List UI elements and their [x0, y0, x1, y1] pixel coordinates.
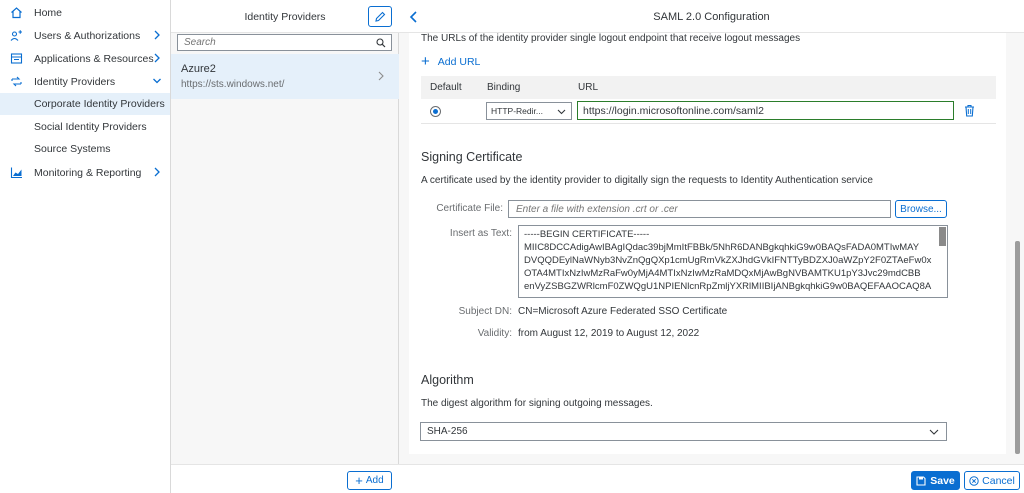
- textarea-scrollbar[interactable]: [939, 227, 946, 246]
- list-item-subtitle: https://sts.windows.net/: [181, 79, 285, 90]
- subject-dn-value: CN=Microsoft Azure Federated SSO Certifi…: [518, 306, 728, 317]
- nav-subitem-source-systems[interactable]: Source Systems: [0, 138, 170, 160]
- nav-sublabel: Corporate Identity Providers: [34, 98, 165, 110]
- close-circle-icon: [969, 475, 979, 486]
- chevron-right-icon: [378, 71, 384, 81]
- nav-subitem-social-identity-providers[interactable]: Social Identity Providers: [0, 116, 170, 138]
- master-header: Identity Providers: [171, 0, 399, 33]
- nav-item-home[interactable]: Home: [0, 1, 170, 24]
- logout-description: The URLs of the identity provider single…: [421, 33, 801, 44]
- edit-button[interactable]: [368, 6, 392, 27]
- cancel-button[interactable]: Cancel: [964, 471, 1020, 490]
- chevron-down-icon: [557, 109, 566, 115]
- users-icon: [10, 30, 22, 41]
- chevron-right-icon: [154, 167, 160, 177]
- add-url-button[interactable]: + Add URL: [421, 53, 481, 70]
- search-input[interactable]: [184, 36, 364, 49]
- master-footer: + Add: [171, 464, 399, 493]
- signing-certificate-description: A certificate used by the identity provi…: [421, 175, 873, 186]
- save-button[interactable]: Save: [911, 471, 960, 490]
- nav-label-home: Home: [34, 6, 63, 19]
- column-header-default: Default: [430, 82, 462, 93]
- nav-sublabel: Social Identity Providers: [34, 121, 147, 133]
- default-radio[interactable]: [430, 106, 441, 117]
- nav-item-users[interactable]: Users & Authorizations: [0, 24, 170, 47]
- certificate-line: MIIC8DCCAdigAwIBAgIQdac39bjMmItFBBk/5NhR…: [524, 242, 920, 253]
- trash-icon[interactable]: [964, 104, 975, 117]
- algorithm-select[interactable]: SHA-256: [420, 422, 947, 441]
- url-input[interactable]: [583, 104, 943, 118]
- applications-icon: [10, 53, 23, 64]
- certificate-line: -----BEGIN CERTIFICATE-----: [524, 229, 650, 240]
- list-item-title: Azure2: [181, 63, 216, 75]
- side-navigation: Home Users & Authorizations Applications…: [0, 0, 171, 493]
- chart-icon: [10, 167, 22, 179]
- add-button[interactable]: + Add: [347, 471, 392, 490]
- table-row: HTTP-Redir...: [421, 99, 996, 124]
- table-header: Default Binding URL: [421, 76, 996, 99]
- chevron-right-icon: [154, 30, 160, 40]
- validity-label: Validity:: [477, 328, 512, 339]
- certificate-textarea[interactable]: -----BEGIN CERTIFICATE----- MIIC8DCCAdig…: [518, 225, 948, 298]
- plus-icon: +: [355, 472, 363, 488]
- nav-label-users: Users & Authorizations: [34, 29, 141, 42]
- column-header-url: URL: [578, 82, 599, 93]
- master-title: Identity Providers: [244, 11, 326, 23]
- signing-certificate-title: Signing Certificate: [421, 150, 523, 164]
- subject-dn-label: Subject DN:: [458, 306, 512, 317]
- certificate-line: OTA4MTIxNzIwMzRaFw0yMjA4MTIxNzIwMzRaMDQx…: [524, 268, 921, 279]
- certificate-file-label: Certificate File:: [436, 203, 503, 214]
- home-icon: [11, 7, 22, 19]
- algorithm-value: SHA-256: [427, 426, 468, 437]
- list-item[interactable]: Azure2 https://sts.windows.net/: [171, 54, 399, 99]
- validity-value: from August 12, 2019 to August 12, 2022: [518, 328, 700, 339]
- nav-label-monitoring: Monitoring & Reporting: [34, 166, 142, 179]
- nav-subitem-corporate-identity-providers[interactable]: Corporate Identity Providers: [0, 93, 170, 115]
- algorithm-description: The digest algorithm for signing outgoin…: [421, 398, 653, 409]
- nav-label-identity-providers: Identity Providers: [34, 75, 116, 88]
- nav-sublabel: Source Systems: [34, 143, 111, 155]
- plus-icon: +: [421, 53, 430, 70]
- browse-button[interactable]: Browse...: [895, 200, 947, 218]
- add-url-label: Add URL: [437, 56, 481, 68]
- save-button-label: Save: [930, 474, 955, 487]
- add-button-label: Add: [365, 475, 384, 486]
- scrollbar[interactable]: [1015, 241, 1020, 454]
- certificate-line: DVQQDEylNaWNyb3NvZnQgQXp1cmUgRmVkZXJhdGV…: [524, 255, 932, 266]
- detail-footer: Save Cancel: [399, 464, 1024, 493]
- detail-header: SAML 2.0 Configuration: [399, 0, 1024, 33]
- detail-pane: SAML 2.0 Configuration The URLs of the i…: [399, 0, 1024, 493]
- search-field[interactable]: [177, 34, 392, 51]
- nav-item-monitoring[interactable]: Monitoring & Reporting: [0, 161, 170, 184]
- binding-value: HTTP-Redir...: [491, 106, 543, 116]
- chevron-right-icon: [154, 53, 160, 63]
- algorithm-title: Algorithm: [421, 373, 474, 387]
- url-field[interactable]: [577, 101, 954, 120]
- certificate-file-input[interactable]: [516, 203, 876, 216]
- identity-provider-icon: [11, 76, 22, 87]
- pencil-icon: [375, 11, 386, 22]
- search-icon[interactable]: [376, 38, 386, 48]
- configuration-panel: The URLs of the identity provider single…: [409, 33, 1006, 454]
- certificate-file-field[interactable]: [508, 200, 891, 218]
- chevron-down-icon: [929, 429, 939, 435]
- certificate-line: enVyZSBGZWRlcmF0ZWQgU1NPIENlcnRpZmljYXRl…: [524, 281, 932, 292]
- save-icon: [916, 475, 926, 486]
- cancel-button-label: Cancel: [982, 474, 1015, 487]
- nav-item-applications[interactable]: Applications & Resources: [0, 47, 170, 70]
- column-header-binding: Binding: [487, 82, 521, 93]
- page-title: SAML 2.0 Configuration: [653, 11, 770, 23]
- nav-label-applications: Applications & Resources: [34, 52, 154, 65]
- binding-select[interactable]: HTTP-Redir...: [486, 102, 572, 120]
- identity-provider-list-pane: Identity Providers Azure2 https://sts.wi…: [171, 0, 399, 493]
- nav-item-identity-providers[interactable]: Identity Providers: [0, 70, 170, 93]
- chevron-down-icon: [153, 78, 161, 84]
- insert-as-text-label: Insert as Text:: [449, 228, 512, 239]
